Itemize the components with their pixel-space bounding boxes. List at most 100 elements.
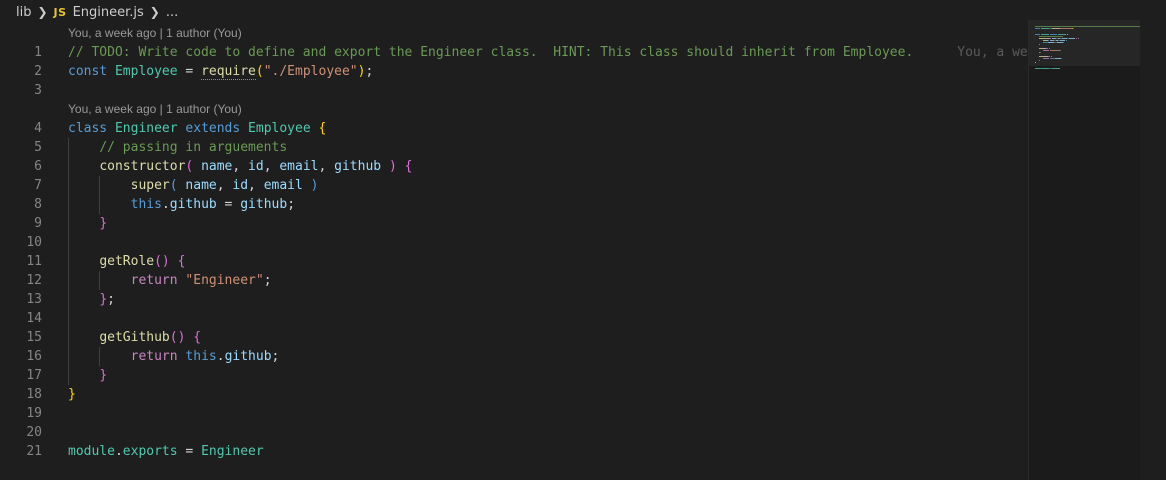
minimap-stroke bbox=[1050, 34, 1057, 35]
code-token: // TODO: Write code to define and export… bbox=[68, 45, 914, 60]
line-number: 2 bbox=[34, 64, 42, 79]
minimap-stroke bbox=[1052, 28, 1059, 29]
code-token: ; bbox=[271, 349, 280, 364]
code-line[interactable]: 10 bbox=[0, 233, 1028, 252]
code-token: Employee bbox=[248, 121, 311, 136]
code-line[interactable]: 3 bbox=[0, 81, 1028, 100]
code-token: exports bbox=[122, 444, 178, 459]
code-token: class bbox=[68, 121, 108, 136]
code-line[interactable]: 9 } bbox=[0, 214, 1028, 233]
code-line[interactable]: 19 bbox=[0, 404, 1028, 423]
line-number: 6 bbox=[34, 159, 42, 174]
line-number: 21 bbox=[26, 444, 42, 459]
code-line[interactable]: 14 bbox=[0, 309, 1028, 328]
minimap-stroke bbox=[1076, 38, 1077, 39]
code-line[interactable]: 13 }; bbox=[0, 290, 1028, 309]
line-number: 3 bbox=[34, 83, 42, 98]
code-line[interactable]: 15 getGithub() { bbox=[0, 328, 1028, 347]
code-line[interactable]: 1 // TODO: Write code to define and expor… bbox=[0, 43, 1028, 62]
minimap-stroke bbox=[1060, 40, 1065, 41]
minimap-stroke bbox=[1058, 34, 1066, 35]
code-line[interactable]: 7 super( name, id, email ) bbox=[0, 176, 1028, 195]
code-token: = bbox=[177, 64, 202, 79]
indent-guide bbox=[99, 176, 101, 214]
breadcrumb-folder[interactable]: lib bbox=[16, 5, 31, 20]
codelens-author[interactable]: You, a week ago | 1 author (You) bbox=[0, 100, 1028, 119]
code-line[interactable]: 2 const Employee = require("./Employee"); bbox=[0, 62, 1028, 81]
code-text: super( name, id, email ) bbox=[68, 176, 319, 195]
code-text: }; bbox=[68, 290, 115, 309]
code-token: { bbox=[404, 159, 413, 174]
code-line[interactable]: 18} bbox=[0, 385, 1028, 404]
minimap-stroke bbox=[1035, 34, 1040, 35]
editor-scrollbar[interactable] bbox=[1140, 20, 1166, 480]
line-number: 15 bbox=[26, 330, 42, 345]
codelens-text[interactable]: You, a week ago | 1 author (You) bbox=[68, 24, 242, 43]
indent-guide bbox=[99, 347, 101, 366]
code-token: , bbox=[318, 159, 335, 174]
minimap-stroke bbox=[1039, 44, 1040, 45]
line-number: 14 bbox=[26, 311, 42, 326]
code-line[interactable]: 12 return "Engineer"; bbox=[0, 271, 1028, 290]
breadcrumb-file[interactable]: Engineer.js bbox=[73, 5, 144, 20]
breadcrumb: lib ❯ JS Engineer.js ❯ ... bbox=[0, 0, 1166, 24]
indent-guide bbox=[99, 271, 101, 290]
code-token: this bbox=[185, 349, 217, 364]
line-number: 12 bbox=[26, 273, 42, 288]
code-token: = bbox=[216, 197, 241, 212]
line-number: 5 bbox=[34, 140, 42, 155]
code-token: () bbox=[154, 254, 170, 269]
minimap-stroke bbox=[1049, 48, 1050, 49]
code-line[interactable]: 8 this.github = github; bbox=[0, 195, 1028, 214]
codelens-author[interactable]: You, a week ago | 1 author (You) bbox=[0, 24, 1028, 43]
code-token: return bbox=[130, 349, 178, 364]
code-line[interactable]: 11 getRole() { bbox=[0, 252, 1028, 271]
code-token: module bbox=[68, 444, 115, 459]
code-line[interactable]: 16 return this.github; bbox=[0, 347, 1028, 366]
code-token: github bbox=[224, 349, 272, 364]
code-token: () bbox=[169, 330, 186, 345]
code-token: getRole bbox=[99, 254, 155, 269]
code-token: require bbox=[201, 64, 256, 80]
code-token: email bbox=[279, 159, 319, 174]
code-line[interactable]: 21 module.exports = Engineer bbox=[0, 442, 1028, 461]
minimap-stroke bbox=[1069, 38, 1075, 39]
line-number: 8 bbox=[34, 197, 42, 212]
code-line[interactable]: 4 class Engineer extends Employee { bbox=[0, 119, 1028, 138]
code-text: module.exports = Engineer bbox=[68, 442, 264, 461]
code-token: ) bbox=[310, 178, 319, 193]
code-line[interactable]: 20 bbox=[0, 423, 1028, 442]
line-number: 18 bbox=[26, 387, 42, 402]
line-number: 4 bbox=[34, 121, 42, 136]
codelens-text[interactable]: You, a week ago | 1 author (You) bbox=[68, 100, 242, 119]
code-token: ; bbox=[365, 64, 374, 79]
code-token: , bbox=[263, 159, 280, 174]
minimap-stroke bbox=[1039, 36, 1063, 37]
code-token: github bbox=[240, 197, 288, 212]
line-number: 1 bbox=[34, 45, 42, 60]
code-text: constructor( name, id, email, github ) { bbox=[68, 157, 412, 176]
code-token: ( bbox=[169, 178, 178, 193]
code-line[interactable]: 6 constructor( name, id, email, github )… bbox=[0, 157, 1028, 176]
code-line[interactable]: 17 } bbox=[0, 366, 1028, 385]
code-line[interactable]: 5 // passing in arguements bbox=[0, 138, 1028, 157]
code-editor[interactable]: You, a week ago | 1 author (You) 1 // TODO… bbox=[0, 24, 1028, 480]
indent-guide bbox=[68, 138, 69, 385]
code-token: "Engineer" bbox=[185, 273, 264, 288]
code-token: Engineer bbox=[114, 121, 178, 136]
code-token: Engineer bbox=[201, 444, 264, 459]
code-text: const Employee = require("./Employee"); bbox=[68, 62, 373, 81]
breadcrumb-symbols[interactable]: ... bbox=[166, 5, 178, 20]
line-number: 7 bbox=[34, 178, 42, 193]
code-token: Employee bbox=[114, 64, 178, 79]
